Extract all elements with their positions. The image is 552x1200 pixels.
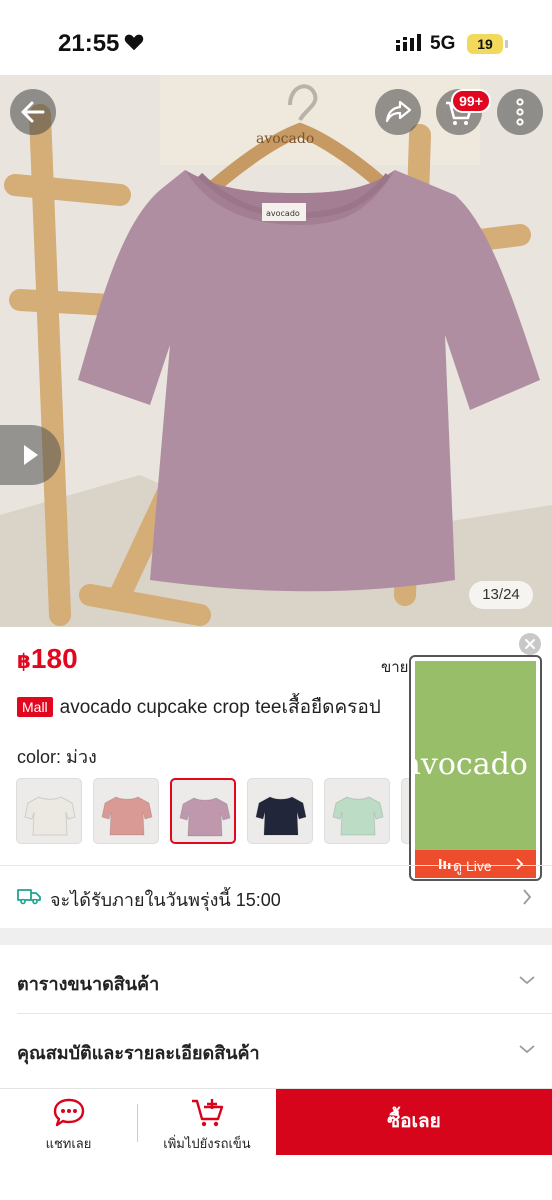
- size-chart-row[interactable]: ตารางขนาดสินค้า: [0, 945, 552, 1013]
- live-brand-text: avocado: [415, 747, 528, 782]
- swatch-shirt-image: [255, 796, 307, 836]
- swatch-shirt-image: [332, 796, 384, 836]
- chat-icon: [53, 1098, 85, 1127]
- battery-icon: 19: [467, 34, 503, 54]
- color-swatch[interactable]: [93, 778, 159, 844]
- chevron-down-icon: [519, 976, 535, 985]
- more-vertical-icon: [516, 98, 524, 126]
- add-to-cart-label: เพิ่มไปยังรถเข็น: [163, 1136, 251, 1151]
- battery-tip: [505, 40, 508, 48]
- mall-badge: Mall: [17, 697, 53, 717]
- size-chart-label: ตารางขนาดสินค้า: [17, 974, 160, 994]
- delivery-row[interactable]: จะได้รับภายในวันพรุ่งนี้ 15:00: [0, 866, 552, 928]
- play-video-button[interactable]: [0, 425, 61, 485]
- chat-label: แชทเลย: [45, 1136, 92, 1151]
- color-swatch[interactable]: [324, 778, 390, 844]
- hanger-brand: avocado: [256, 131, 314, 147]
- color-label: color: ม่วง: [17, 747, 97, 767]
- product-photo: avocado avocado: [0, 75, 552, 627]
- swatch-shirt-image: [101, 796, 153, 836]
- add-cart-icon: [192, 1099, 224, 1127]
- more-options-button[interactable]: [497, 89, 543, 135]
- product-details-label: คุณสมบัติและรายละเอียดสินค้า: [17, 1043, 260, 1063]
- live-video[interactable]: avocado: [415, 661, 536, 850]
- bottom-action-bar: แชทเลย เพิ่มไปยังรถเข็น ซื้อเลย: [0, 1088, 552, 1200]
- status-bar: 21:55 5G 19: [0, 0, 552, 75]
- add-to-cart-button[interactable]: เพิ่มไปยังรถเข็น: [138, 1089, 276, 1155]
- truck-icon: [17, 889, 41, 905]
- share-icon: [385, 100, 412, 123]
- color-swatch[interactable]: [247, 778, 313, 844]
- section-gap: [0, 928, 552, 945]
- share-button[interactable]: [375, 89, 421, 135]
- color-swatch[interactable]: [170, 778, 236, 844]
- chevron-down-icon: [519, 1045, 535, 1054]
- product-details-row[interactable]: คุณสมบัติและรายละเอียดสินค้า: [0, 1014, 552, 1082]
- currency-symbol: ฿: [17, 651, 31, 673]
- product-title-row: Mall avocado cupcake crop teeเสื้อยืดครอ…: [17, 694, 381, 720]
- cart-count-badge: 99+: [451, 89, 491, 113]
- close-icon: [525, 639, 535, 649]
- shirt-label-brand: avocado: [266, 209, 300, 218]
- chat-button[interactable]: แชทเลย: [0, 1089, 137, 1155]
- live-preview[interactable]: avocado ดู Live: [409, 655, 542, 881]
- play-icon: [24, 445, 38, 465]
- product-title: avocado cupcake crop teeเสื้อยืดครอป: [59, 697, 381, 718]
- swatch-shirt-image: [24, 796, 76, 836]
- signal-icon: [396, 34, 421, 51]
- network-type: 5G: [430, 33, 456, 54]
- chevron-right-icon: [523, 889, 532, 905]
- back-button[interactable]: [10, 89, 56, 135]
- heart-icon: [124, 34, 144, 51]
- swatch-shirt-image: [179, 797, 231, 837]
- close-live-button[interactable]: [519, 633, 541, 655]
- arrow-left-icon: [21, 101, 45, 123]
- status-time: 21:55: [58, 30, 120, 57]
- buy-now-button[interactable]: ซื้อเลย: [276, 1089, 552, 1155]
- price-value: 180: [30, 643, 78, 674]
- product-price: ฿180: [17, 643, 78, 675]
- color-swatch[interactable]: [16, 778, 82, 844]
- image-counter: 13/24: [469, 581, 533, 609]
- battery-level: 19: [477, 36, 493, 52]
- product-image[interactable]: avocado avocado: [0, 75, 552, 627]
- delivery-estimate: จะได้รับภายในวันพรุ่งนี้ 15:00: [50, 890, 281, 910]
